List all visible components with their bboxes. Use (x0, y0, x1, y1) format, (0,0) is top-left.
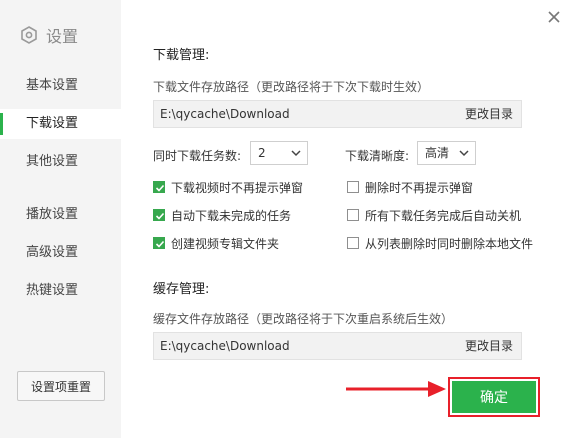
settings-icon (21, 26, 37, 44)
download-section-title: 下载管理: (153, 48, 210, 63)
checkbox-unchecked[interactable] (347, 181, 359, 193)
checkbox-checked[interactable] (153, 209, 165, 221)
checkbox-checked[interactable] (153, 181, 165, 193)
option-label: 自动下载未完成的任务 (171, 208, 292, 223)
option-delete-local-files[interactable]: 从列表删除时同时删除本地文件 (347, 235, 533, 251)
sidebar: 设置 基本设置 下载设置 其他设置 播放设置 高级设置 热键设置 设置项重置 (0, 0, 121, 438)
confirm-highlight-frame: 确定 (448, 377, 540, 417)
cache-path-value: E:\qycache\Download (160, 339, 290, 353)
confirm-button[interactable]: 确定 (452, 381, 536, 413)
option-no-popup-on-download[interactable]: 下载视频时不再提示弹窗 (153, 179, 303, 195)
close-icon[interactable] (545, 8, 563, 26)
option-label: 创建视频专辑文件夹 (171, 236, 280, 251)
concurrent-tasks-select[interactable]: 2 (250, 141, 308, 165)
quality-select[interactable]: 高清 (417, 141, 476, 165)
download-path-hint: 下载文件存放路径（更改路径将于下次下载时生效） (153, 80, 430, 94)
concurrent-tasks-value: 2 (258, 146, 266, 160)
sidebar-item-basic[interactable]: 基本设置 (0, 71, 121, 101)
quality-label: 下载清晰度: (345, 149, 410, 163)
sidebar-item-hotkey[interactable]: 热键设置 (0, 276, 121, 306)
option-label: 删除时不再提示弹窗 (365, 180, 474, 195)
option-auto-shutdown[interactable]: 所有下载任务完成后自动关机 (347, 207, 521, 223)
option-album-folder[interactable]: 创建视频专辑文件夹 (153, 235, 279, 251)
quality-value: 高清 (425, 146, 450, 160)
option-no-popup-on-delete[interactable]: 删除时不再提示弹窗 (347, 179, 473, 195)
chevron-down-icon (291, 150, 301, 157)
cache-change-dir-button[interactable]: 更改目录 (465, 333, 513, 359)
sidebar-item-playback[interactable]: 播放设置 (0, 200, 121, 230)
sidebar-item-other[interactable]: 其他设置 (0, 147, 121, 177)
cache-section-title: 缓存管理: (153, 282, 210, 297)
download-change-dir-button[interactable]: 更改目录 (465, 101, 513, 127)
cache-path-hint: 缓存文件存放路径（更改路径将于下次重启系统后生效） (153, 312, 454, 326)
option-label: 下载视频时不再提示弹窗 (171, 180, 304, 195)
arrow-annotation-icon (346, 381, 446, 397)
sidebar-item-advanced[interactable]: 高级设置 (0, 238, 121, 268)
checkbox-unchecked[interactable] (347, 237, 359, 249)
option-label: 从列表删除时同时删除本地文件 (365, 236, 534, 251)
sidebar-title: 设置 (46, 27, 79, 46)
option-auto-resume[interactable]: 自动下载未完成的任务 (153, 207, 291, 223)
sidebar-header: 设置 (20, 24, 78, 46)
checkbox-checked[interactable] (153, 237, 165, 249)
download-path-field: E:\qycache\Download 更改目录 (153, 100, 522, 128)
cache-path-field: E:\qycache\Download 更改目录 (153, 332, 522, 360)
chevron-down-icon (459, 150, 469, 157)
download-path-value: E:\qycache\Download (160, 107, 290, 121)
option-label: 所有下载任务完成后自动关机 (365, 208, 522, 223)
sidebar-item-download[interactable]: 下载设置 (0, 109, 121, 139)
reset-settings-button[interactable]: 设置项重置 (17, 371, 105, 401)
checkbox-unchecked[interactable] (347, 209, 359, 221)
concurrent-tasks-label: 同时下载任务数: (153, 149, 242, 163)
